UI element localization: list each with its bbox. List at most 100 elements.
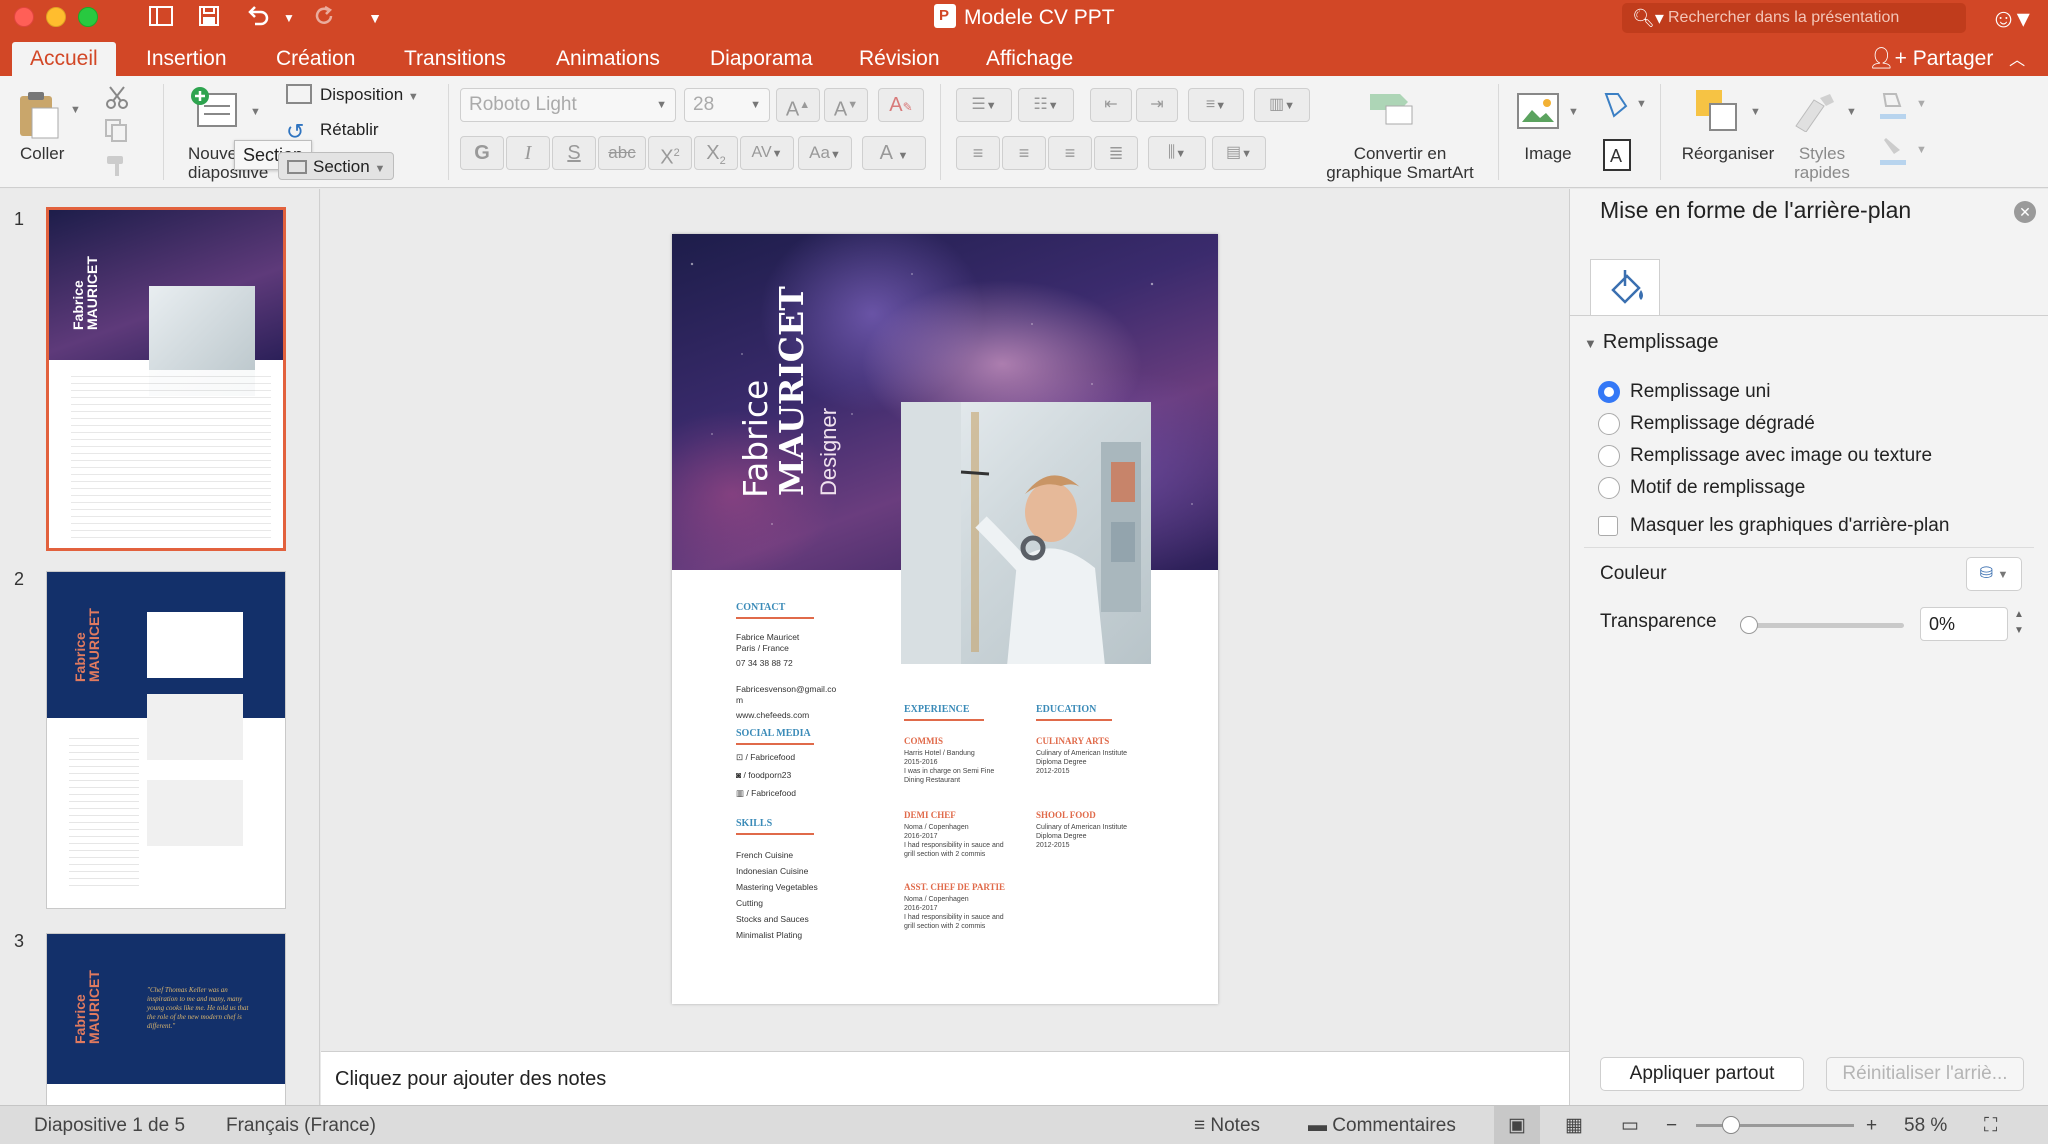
job-detail[interactable]: Harris Hotel / Bandung (904, 749, 975, 758)
undo-icon[interactable] (244, 4, 274, 32)
shape-fill-icon[interactable] (1876, 88, 1910, 127)
character-spacing-button[interactable]: AV▼ (740, 136, 794, 170)
layout-button[interactable]: Disposition ▼ (286, 81, 419, 109)
tab-transitions[interactable]: Transitions (386, 42, 524, 76)
zoom-slider-track[interactable] (1696, 1124, 1854, 1127)
skill-item[interactable]: Cutting (736, 898, 763, 909)
slide-thumbnail-1[interactable]: Fabrice MAURICET (46, 207, 286, 551)
bold-button[interactable]: G (460, 136, 504, 170)
decrease-indent-button[interactable]: ⇤ (1090, 88, 1132, 122)
experience-heading[interactable]: EXPERIENCE (904, 704, 970, 715)
comments-toggle-button[interactable]: ▬ Commentaires (1308, 1106, 1456, 1144)
shrink-font-button[interactable]: A▼ (824, 88, 868, 122)
reset-background-button[interactable]: Réinitialiser l'arriè... (1826, 1057, 2024, 1091)
pattern-fill-label[interactable]: Motif de remplissage (1630, 477, 1805, 499)
quick-styles-dropdown-icon[interactable]: ▼ (1846, 106, 1857, 118)
smartart-icon[interactable] (1366, 88, 1426, 133)
subscript-button[interactable]: X2 (694, 136, 738, 170)
convert-smartart-button[interactable]: Convertir en graphique SmartArt (1306, 144, 1494, 182)
line-spacing-button[interactable]: ≡▼ (1188, 88, 1244, 122)
shapes-dropdown-icon[interactable]: ▼ (1636, 98, 1647, 110)
slide-sorter-button[interactable]: ▦ (1556, 1106, 1592, 1144)
contact-email-wrap[interactable]: m (736, 695, 743, 706)
align-right-button[interactable]: ≡ (1048, 136, 1092, 170)
justify-button[interactable]: ≣ (1094, 136, 1138, 170)
grow-font-button[interactable]: A▲ (776, 88, 820, 122)
job-detail[interactable]: Dining Restaurant (904, 776, 960, 785)
tab-accueil[interactable]: Accueil (12, 42, 116, 76)
section-button[interactable]: Section ▼ (278, 152, 395, 180)
social-media-heading[interactable]: SOCIAL MEDIA (736, 728, 811, 739)
radio-pattern-fill[interactable] (1598, 477, 1620, 499)
close-panel-icon[interactable]: ✕ (2014, 201, 2036, 223)
job-detail[interactable]: Noma / Copenhagen (904, 823, 969, 832)
slide-thumbnail-3[interactable]: Fabrice MAURICET "Chef Thomas Keller was … (46, 933, 286, 1105)
job-detail[interactable]: I was in charge on Semi Fine (904, 767, 994, 776)
current-slide[interactable]: Fabrice MAURICET Designer CONTACT Fabric… (672, 234, 1218, 1004)
undo-dropdown-icon[interactable]: ▼ (274, 4, 304, 32)
customize-toolbar-icon[interactable]: ▼ (360, 4, 390, 32)
quick-styles-icon[interactable] (1790, 92, 1840, 137)
job-detail[interactable]: grill section with 2 commis (904, 850, 985, 859)
quick-styles-button[interactable]: Styles rapides (1786, 144, 1858, 182)
numbering-button[interactable]: ☷▼ (1018, 88, 1074, 122)
skill-item[interactable]: Minimalist Plating (736, 930, 802, 941)
fit-to-window-icon[interactable]: ⛶ (1984, 1106, 1997, 1144)
hide-background-graphics-label[interactable]: Masquer les graphiques d'arrière-plan (1630, 515, 1949, 537)
contact-city[interactable]: Paris / France (736, 643, 789, 654)
last-name-text[interactable]: MAURICET (772, 286, 811, 496)
new-slide-dropdown-icon[interactable]: ▼ (250, 106, 261, 118)
notes-toggle-button[interactable]: ≡ Notes (1194, 1106, 1260, 1144)
image-dropdown-icon[interactable]: ▼ (1568, 106, 1579, 118)
window-maximize-button[interactable] (78, 7, 98, 27)
role-text[interactable]: Designer (816, 408, 842, 496)
shape-outline-icon[interactable] (1876, 134, 1910, 173)
paste-dropdown-icon[interactable]: ▼ (70, 104, 81, 116)
new-slide-icon[interactable] (190, 86, 240, 135)
paste-button[interactable]: Coller (20, 144, 64, 164)
window-minimize-button[interactable] (46, 7, 66, 27)
education-detail[interactable]: 2012-2015 (1036, 841, 1069, 850)
superscript-button[interactable]: X2 (648, 136, 692, 170)
save-icon[interactable] (194, 4, 224, 32)
contact-email[interactable]: Fabricesvenson@gmail.co (736, 684, 836, 695)
job-title[interactable]: DEMI CHEF (904, 810, 956, 820)
skill-item[interactable]: French Cuisine (736, 850, 793, 861)
skills-heading[interactable]: SKILLS (736, 818, 772, 829)
tab-diaporama[interactable]: Diaporama (692, 42, 831, 76)
zoom-out-button[interactable]: − (1666, 1106, 1677, 1144)
education-title[interactable]: CULINARY ARTS (1036, 736, 1109, 746)
strikethrough-button[interactable]: abc (598, 136, 646, 170)
job-detail[interactable]: I had responsibility in sauce and (904, 841, 1004, 850)
job-title[interactable]: ASST. CHEF DE PARTIE (904, 882, 1005, 892)
shapes-icon[interactable] (1600, 90, 1634, 125)
radio-picture-fill[interactable] (1598, 445, 1620, 467)
slide-thumbnail-2[interactable]: Fabrice MAURICET (46, 571, 286, 909)
align-text-button[interactable]: ▤▼ (1212, 136, 1266, 170)
radio-solid-fill[interactable] (1598, 381, 1620, 403)
transparency-input[interactable]: 0% (1920, 607, 2008, 641)
job-detail[interactable]: 2016-2017 (904, 904, 937, 913)
text-direction-button[interactable]: ⫼▼ (1148, 136, 1206, 170)
tab-revision[interactable]: Révision (841, 42, 958, 76)
social-item-linkedin[interactable]: ▥ / Fabricefood (736, 788, 796, 799)
solid-fill-label[interactable]: Remplissage uni (1630, 381, 1770, 403)
fill-tab[interactable] (1590, 259, 1660, 315)
bullets-button[interactable]: ☰▼ (956, 88, 1012, 122)
picture-fill-label[interactable]: Remplissage avec image ou texture (1630, 445, 1932, 467)
paste-icon[interactable] (16, 88, 62, 145)
job-detail[interactable]: 2015-2016 (904, 758, 937, 767)
columns-button[interactable]: ▥▼ (1254, 88, 1310, 122)
social-item-twitter[interactable]: ⊡ / Fabricefood (736, 752, 795, 763)
skill-item[interactable]: Stocks and Sauces (736, 914, 809, 925)
education-detail[interactable]: Culinary of American Institute (1036, 823, 1127, 832)
normal-view-button[interactable]: ▣ (1494, 1106, 1540, 1144)
cut-icon[interactable] (104, 84, 130, 115)
job-detail[interactable]: Noma / Copenhagen (904, 895, 969, 904)
clear-formatting-button[interactable]: A✎ (878, 88, 924, 122)
shape-fill-dropdown-icon[interactable]: ▼ (1916, 98, 1927, 110)
contact-website[interactable]: www.chefeeds.com (736, 710, 809, 721)
image-button[interactable]: Image (1512, 144, 1584, 164)
change-case-button[interactable]: Aa▼ (798, 136, 852, 170)
window-close-button[interactable] (14, 7, 34, 27)
